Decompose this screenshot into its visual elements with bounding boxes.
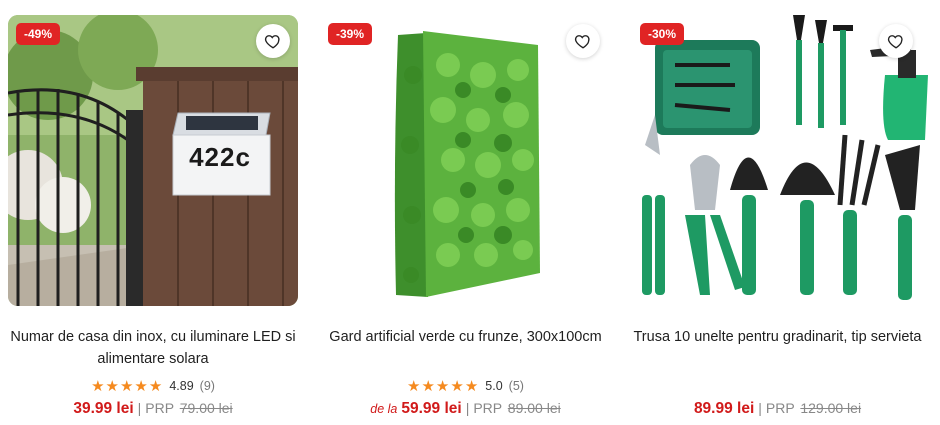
old-price: 89.00 lei [507,400,561,416]
price-separator: | [465,400,470,416]
product-title-line: Gard artificial verde cu frunze, 300x100… [329,329,602,345]
discount-badge: -49% [16,23,61,45]
product-card-artificial-fence[interactable]: -39% Gard artificial verde cu frunze, 30… [318,0,618,425]
product-title[interactable]: Gard artificial verde cu frunze, 300x100… [318,326,613,348]
rating-count: (9) [199,379,215,393]
rating-value: 5.0 [485,379,503,393]
price-prefix: de la [370,402,398,416]
old-price: 129.00 lei [800,400,862,416]
prp-label: PRP [765,400,795,416]
star-rating-icons: ★★★★★ [91,378,164,395]
discount-badge: -30% [640,23,685,45]
prp-label: PRP [145,400,174,416]
product-card-garden-tools[interactable]: -30% Trusa 10 unelte pentru gradinarit, … [630,0,940,425]
product-title-line: Trusa 10 unelte pentru gradinarit, tip s… [633,329,922,345]
house-number-text: 422c [189,142,251,172]
discount-badge: -39% [328,23,373,45]
heart-icon [264,35,280,49]
product-rating: ★★★★★ 5.0 (5) [318,377,613,395]
heart-icon [574,35,590,49]
product-card-house-number[interactable]: 422c -49% Numar de casa din inox, cu ilu… [0,0,300,425]
current-price: 39.99 lei [73,400,134,417]
product-title-line: Numar de casa din inox, cu iluminare LED… [10,329,296,345]
price-line: 89.99 lei | PRP 129.00 lei [630,400,925,418]
product-image-artificial-fence[interactable] [318,15,608,306]
price-separator: | [137,400,142,416]
favorite-button[interactable] [566,24,600,58]
favorite-button[interactable] [879,24,913,58]
heart-icon [887,35,903,49]
current-price: 89.99 lei [693,400,755,417]
rating-count: (5) [508,379,524,393]
product-title[interactable]: Trusa 10 unelte pentru gradinarit, tip s… [630,326,925,348]
price-line: 39.99 lei | PRP 79.00 lei [0,400,306,418]
price-line: de la 59.99 lei | PRP 89.00 lei [318,400,613,418]
product-title-line: alimentare solara [97,351,209,367]
product-image-garden-tools[interactable] [630,15,930,306]
product-rating: ★★★★★ 4.89 (9) [0,377,306,395]
favorite-button[interactable] [256,24,290,58]
old-price: 79.00 lei [179,400,233,416]
prp-label: PRP [473,400,502,416]
rating-value: 4.89 [169,379,194,393]
price-separator: | [758,400,762,416]
product-title[interactable]: Numar de casa din inox, cu iluminare LED… [0,326,306,370]
star-rating-icons: ★★★★★ [407,378,480,395]
current-price: 59.99 lei [401,400,462,417]
